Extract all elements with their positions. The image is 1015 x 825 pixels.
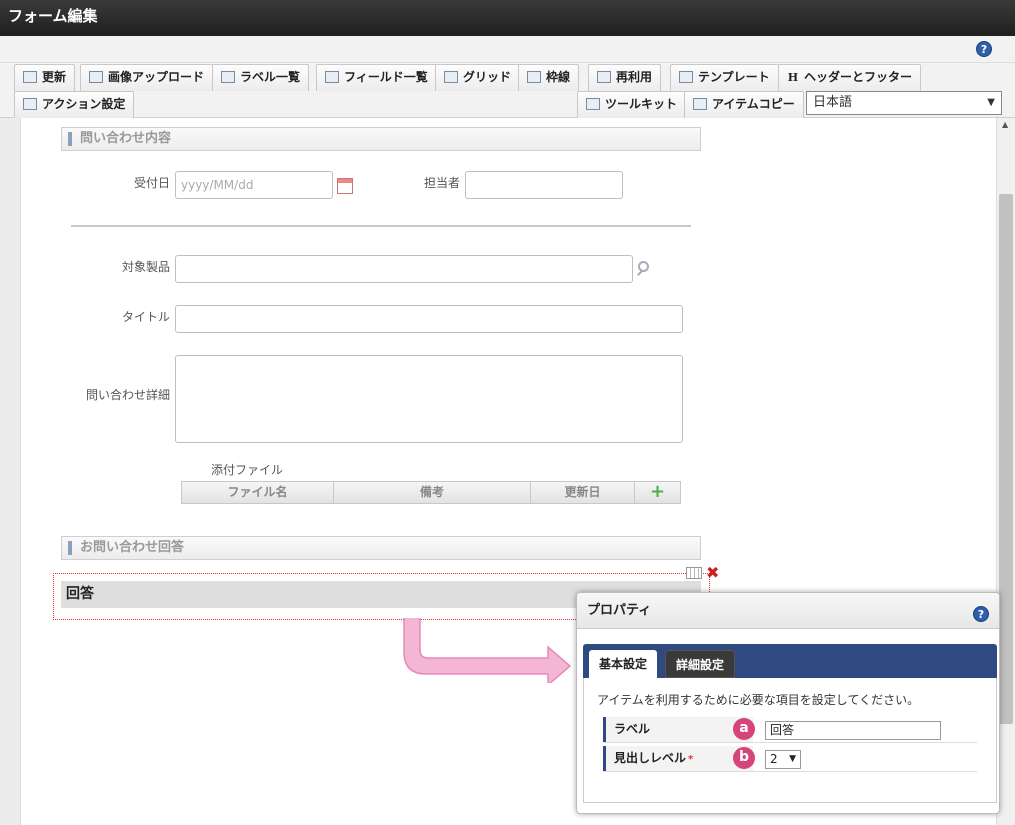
image-icon [89,71,103,83]
toolbox-icon [693,98,707,110]
section-answer[interactable]: お問い合わせ回答 [61,536,701,560]
reuse-button[interactable]: 再利用 [588,64,662,91]
update-icon [23,71,37,83]
grid-button[interactable]: グリッド [435,64,521,91]
chevron-down-icon: ▼ [987,97,995,108]
pointer-arrow [403,618,572,683]
divider [71,225,691,227]
image-upload-button[interactable]: 画像アップロード [80,64,214,91]
heading-icon: H [787,71,799,84]
template-icon [679,71,693,83]
property-row-heading-level: 見出しレベル * b 2 ▼ [603,746,977,772]
attachments-table: ファイル名 備考 更新日 + [181,481,681,504]
scroll-thumb[interactable] [999,194,1013,724]
tab-basic-settings[interactable]: 基本設定 [589,650,658,678]
section-inquiry[interactable]: 問い合わせ内容 [61,127,701,151]
scroll-up-icon[interactable]: ▲ [1002,120,1008,129]
target-product-field[interactable] [175,255,633,283]
document-icon [597,71,611,83]
marker-b: b [733,747,755,769]
border-button[interactable]: 枠線 [518,64,580,91]
attachments-col-filename: ファイル名 [182,482,334,503]
field-list-button[interactable]: フィールド一覧 [316,64,437,91]
help-icon[interactable]: ? [976,41,992,57]
action-icon [23,98,37,110]
calendar-icon[interactable] [337,178,353,194]
action-settings-button[interactable]: アクション設定 [14,91,135,118]
update-button[interactable]: 更新 [14,64,76,91]
property-heading-level-name: 見出しレベル * [603,746,753,771]
properties-panel: プロパティ ? 基本設定 詳細設定 アイテムを利用するために必要な項目を設定して… [576,592,1000,814]
label-list-button[interactable]: ラベル一覧 [212,64,310,91]
close-icon[interactable]: ✖ [706,563,719,582]
property-label-name: ラベル [603,717,753,742]
item-copy-button[interactable]: アイテムコピー [684,91,804,118]
properties-tabs: 基本設定 詳細設定 [583,644,997,678]
help-icon[interactable]: ? [973,606,989,622]
properties-description: アイテムを利用するために必要な項目を設定してください。 [597,693,920,707]
chevron-down-icon: ▼ [789,754,796,764]
grid-icon [444,71,458,83]
toolbox-icon [586,98,600,110]
title-label: タイトル [121,310,170,324]
attachments-col-updated: 更新日 [531,482,635,503]
language-select[interactable]: 日本語 ▼ [806,91,1002,115]
attachments-col-note: 備考 [334,482,531,503]
list-icon [221,71,235,83]
property-row-label: ラベル a 回答 [603,717,977,743]
toolkit-button[interactable]: ツールキット [577,91,687,118]
heading-level-select[interactable]: 2 ▼ [765,750,801,769]
attachments-label: 添付ファイル [211,463,284,477]
label-input[interactable]: 回答 [765,721,941,740]
tab-advanced-settings[interactable]: 詳細設定 [665,650,736,678]
header-footer-button[interactable]: H ヘッダーとフッター [778,64,922,91]
list-icon [325,71,339,83]
target-product-label: 対象製品 [121,260,170,274]
received-date-label: 受付日 [133,176,170,190]
plus-icon[interactable]: + [635,482,680,503]
details-textarea[interactable] [175,355,683,443]
help-bar: ? [0,36,1015,63]
border-icon [527,71,541,83]
grid-icon[interactable] [686,567,702,579]
assignee-field[interactable] [465,171,623,199]
title-field[interactable] [175,305,683,333]
template-button[interactable]: テンプレート [670,64,779,91]
properties-title: プロパティ [577,593,999,629]
received-date-field[interactable]: yyyy/MM/dd [175,171,333,199]
window-title: フォーム編集 [0,0,1015,36]
assignee-label: 担当者 [423,176,460,190]
marker-a: a [733,718,755,740]
details-label: 問い合わせ詳細 [85,388,170,402]
